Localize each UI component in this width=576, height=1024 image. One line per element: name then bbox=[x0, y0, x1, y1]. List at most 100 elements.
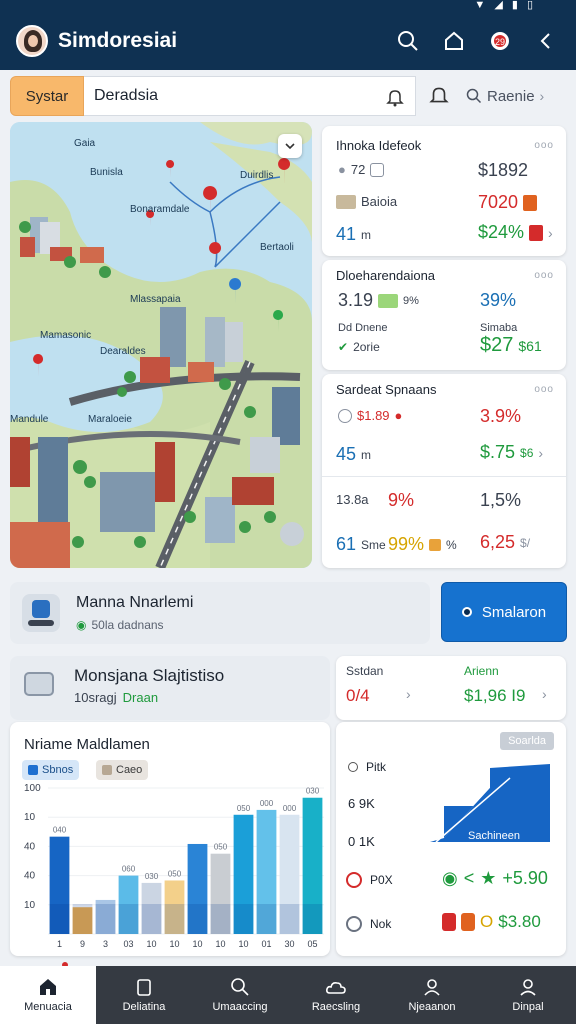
info-card-3[interactable]: Sardeat Spnaans ooo $1.89 ● 3.9% 45 m $.… bbox=[322, 374, 566, 568]
svg-text:29: 29 bbox=[495, 37, 505, 47]
card-value-mid: 9% bbox=[388, 490, 415, 510]
bar-base bbox=[279, 904, 300, 934]
more-icon[interactable]: ooo bbox=[534, 140, 554, 151]
card-row-left: $1.89 ● bbox=[338, 408, 402, 423]
nav-item-njeaanon[interactable]: Njeaanon bbox=[384, 966, 480, 1024]
side-stats[interactable]: Sstdan 0/4 › Arienn $1,96 I9 › bbox=[336, 656, 566, 720]
bar-base bbox=[210, 904, 231, 934]
nav-label: Njeaanon bbox=[408, 1001, 456, 1013]
home-icon[interactable] bbox=[438, 25, 470, 57]
chevron-right-icon[interactable]: › bbox=[538, 445, 543, 461]
detail-row: 6 9K bbox=[348, 796, 375, 811]
card-unit: $/ bbox=[520, 535, 531, 550]
bar-base bbox=[302, 904, 323, 934]
management-card[interactable]: Manna Nnarlemi ◉ 50la dadnans bbox=[10, 582, 430, 644]
card-title: Sardeat Spnaans bbox=[336, 382, 437, 397]
chip-sbnos[interactable]: Sbnos bbox=[22, 760, 80, 780]
management-subtitle-text: 50la dadnans bbox=[91, 618, 164, 632]
side-stat-label: Sstdan bbox=[346, 664, 384, 678]
detail-value: ◉ < ★ +5.90 bbox=[442, 868, 548, 889]
status-bar: ▼ ◢ ▮ ▯ bbox=[0, 0, 576, 12]
card-value-right: 6,25 $/ bbox=[480, 532, 530, 553]
search-input[interactable] bbox=[94, 87, 364, 105]
more-icon[interactable]: ooo bbox=[534, 270, 554, 281]
notification-badge-icon[interactable]: 29 bbox=[484, 25, 516, 57]
management-title: Manna Nnarlemi bbox=[76, 594, 194, 611]
search-icon bbox=[231, 978, 249, 996]
nav-item-dinpal[interactable]: Dinpal bbox=[480, 966, 576, 1024]
status-icons: ▼ ◢ ▮ ▯ bbox=[474, 0, 536, 11]
chevron-right-icon[interactable]: › bbox=[548, 225, 553, 241]
card-value: $1.89 bbox=[357, 408, 390, 423]
back-chevron-icon[interactable] bbox=[530, 25, 562, 57]
detail-card[interactable]: Soarlda Pitk 6 9K 0 1K Sachineen P0X ◉ <… bbox=[336, 722, 566, 956]
system-button[interactable]: Systar bbox=[10, 76, 84, 116]
detail-value-text: +5.90 bbox=[502, 868, 548, 888]
statistics-card[interactable]: Monsjana Slajtistiso 10sragj Draan bbox=[10, 656, 330, 720]
divider bbox=[322, 476, 566, 477]
recent-link[interactable]: Raenie › bbox=[466, 76, 544, 116]
chip-label: Caeo bbox=[116, 764, 143, 776]
chevron-right-icon[interactable]: › bbox=[406, 686, 411, 702]
y-tick-label: 10 bbox=[24, 812, 36, 823]
x-tick-label: 10 bbox=[215, 939, 225, 949]
map-illustration bbox=[10, 122, 312, 568]
tag-icon bbox=[429, 538, 442, 551]
device-icon bbox=[22, 594, 60, 632]
map-label: Gaia bbox=[74, 138, 96, 149]
info-card-1[interactable]: Ihnoka Idefeok ooo ● 72 $1892 Baioia 702… bbox=[322, 126, 566, 256]
y-tick-label: 40 bbox=[24, 841, 36, 852]
map-expand-button[interactable] bbox=[278, 134, 302, 158]
bar-chart: 104040101000401 9 3060030301005010 10050100… bbox=[24, 783, 324, 949]
data-label: 030 bbox=[306, 787, 320, 796]
alert-icon[interactable] bbox=[428, 84, 450, 111]
bar-base bbox=[233, 904, 254, 934]
card-value-right: 3.9% bbox=[480, 406, 522, 426]
nav-item-umaaccing[interactable]: Umaaccing bbox=[192, 966, 288, 1024]
nav-label: Menuacia bbox=[24, 1001, 72, 1013]
home-icon bbox=[40, 979, 56, 995]
info-card-2[interactable]: Dloeharendaiona ooo 3.19 9% 39% Dd Dnene… bbox=[322, 260, 566, 370]
avatar[interactable] bbox=[16, 25, 48, 57]
detail-value-text: $3.80 bbox=[498, 912, 541, 931]
simulate-label: Smalaron bbox=[481, 603, 547, 621]
x-tick-label: 05 bbox=[307, 939, 317, 949]
card-value-mid: 99% % bbox=[388, 534, 457, 555]
rate-icon bbox=[346, 872, 362, 888]
nav-label: Deliatina bbox=[122, 1001, 166, 1013]
x-tick-label: 30 bbox=[284, 939, 294, 949]
card-row-left: ● 72 bbox=[338, 162, 385, 177]
chevron-right-icon[interactable]: › bbox=[542, 686, 547, 702]
nav-item-menuacia[interactable]: Menuacia bbox=[0, 966, 96, 1024]
data-label: 030 bbox=[145, 872, 159, 881]
app-title: Simdoresiai bbox=[58, 29, 178, 52]
city-map[interactable]: Gaia Bunisla Duirdlis Bonaramdale Bertao… bbox=[10, 122, 312, 568]
card-row-left: 41 m bbox=[336, 224, 371, 245]
map-label: Bonaramdale bbox=[130, 204, 190, 215]
simulate-button[interactable]: Smalaron bbox=[441, 582, 567, 642]
nav-item-raecsling[interactable]: Raecsling bbox=[288, 966, 384, 1024]
map-label: Bertaoli bbox=[260, 242, 294, 253]
detail-row-label: P0X bbox=[370, 873, 393, 887]
management-subtitle: ◉ 50la dadnans bbox=[76, 618, 164, 632]
check-icon: ✔ bbox=[338, 340, 349, 354]
chevron-down-icon bbox=[285, 143, 295, 150]
detail-badge: Soarlda bbox=[500, 732, 554, 750]
more-icon[interactable]: ooo bbox=[534, 384, 554, 395]
search-icon[interactable] bbox=[392, 25, 424, 57]
bar-base bbox=[95, 904, 116, 934]
data-label: 000 bbox=[283, 804, 297, 813]
chip-caeo[interactable]: Caeo bbox=[96, 760, 149, 780]
card-value: Baioia bbox=[361, 194, 398, 209]
nav-item-deliatina[interactable]: Deliatina bbox=[96, 966, 192, 1024]
status-orange-icon bbox=[461, 913, 475, 931]
card-value-right: $.75 $6 › bbox=[480, 442, 543, 463]
data-label: 050 bbox=[214, 843, 228, 852]
recent-label: Raenie bbox=[487, 87, 535, 105]
card-row-left: 45 m bbox=[336, 444, 371, 465]
bell-icon[interactable] bbox=[385, 87, 405, 112]
card-value-right: $27 $61 bbox=[480, 334, 542, 357]
chart-card[interactable]: Nriame Maldlamen Sbnos Caeo 10 40 40 10 100 0… bbox=[10, 722, 330, 956]
bar-base bbox=[72, 904, 93, 934]
search-field[interactable] bbox=[84, 76, 416, 116]
